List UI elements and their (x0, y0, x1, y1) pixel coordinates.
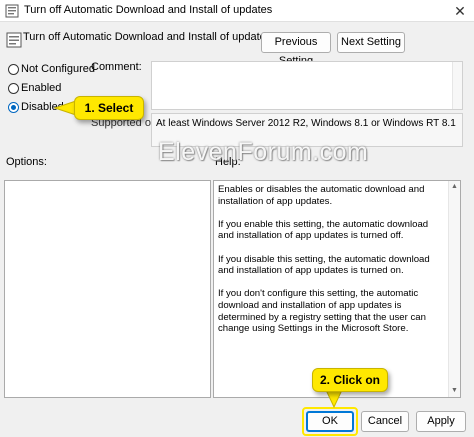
comment-textarea[interactable] (151, 61, 463, 110)
callout-select: 1. Select (74, 96, 144, 120)
ok-button[interactable]: OK (306, 411, 354, 432)
supported-on-value: At least Windows Server 2012 R2, Windows… (156, 118, 456, 129)
options-pane (4, 180, 211, 398)
callout-2-pointer (325, 390, 343, 408)
radio-label: Not Configured (21, 63, 95, 75)
comment-label: Comment: (91, 61, 142, 73)
policy-setting-icon (6, 32, 22, 48)
cancel-button[interactable]: Cancel (361, 411, 409, 432)
window-title: Turn off Automatic Download and Install … (24, 4, 273, 16)
radio-circle[interactable] (8, 83, 19, 94)
help-paragraph: Enables or disables the automatic downlo… (218, 184, 425, 207)
comment-scrollbar[interactable] (452, 62, 462, 109)
radio-label: Enabled (21, 82, 62, 94)
previous-setting-button[interactable]: Previous Setting (261, 32, 331, 67)
help-paragraph: If you don't configure this setting, the… (218, 288, 426, 335)
radio-circle[interactable] (8, 64, 19, 75)
callout-click-on: 2. Click on (312, 368, 388, 392)
help-text: Enables or disables the automatic downlo… (218, 184, 445, 346)
radio-circle-selected[interactable] (8, 102, 19, 113)
help-paragraph: If you disable this setting, the automat… (218, 253, 430, 277)
apply-button[interactable]: Apply (416, 411, 466, 432)
scroll-up-icon[interactable]: ▲ (449, 181, 460, 193)
next-setting-button[interactable]: Next Setting (337, 32, 405, 53)
help-scrollbar[interactable]: ▲ ▼ (448, 181, 460, 397)
help-paragraph: If you enable this setting, the automati… (218, 218, 429, 242)
watermark: ElevenForum.com (158, 138, 369, 166)
help-pane: Enables or disables the automatic downlo… (213, 180, 461, 398)
policy-title: Turn off Automatic Download and Install … (23, 31, 272, 43)
title-bar: Turn off Automatic Download and Install … (0, 0, 474, 22)
close-icon[interactable]: ✕ (446, 0, 474, 22)
scroll-down-icon[interactable]: ▼ (449, 385, 460, 397)
policy-icon (5, 4, 19, 18)
options-label: Options: (6, 156, 47, 168)
